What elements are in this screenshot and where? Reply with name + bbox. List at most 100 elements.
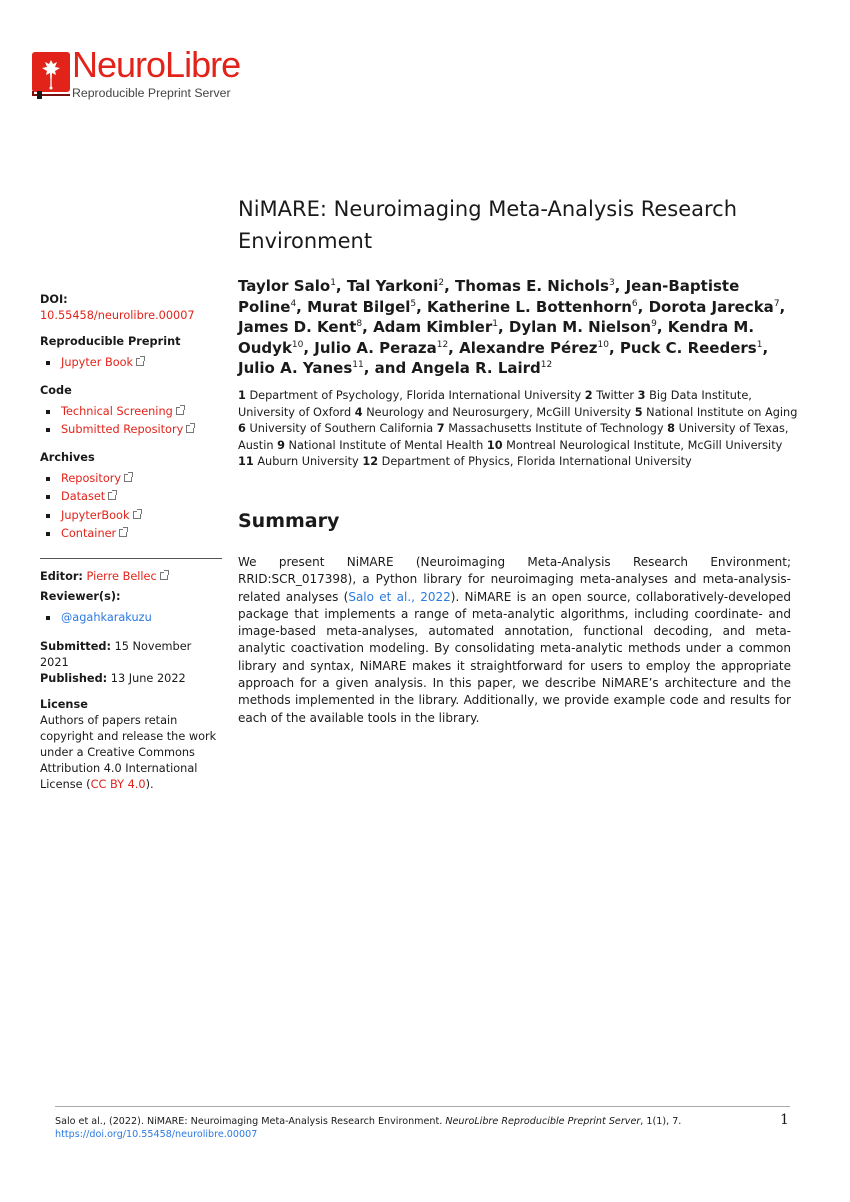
affiliation-number: 12 [362,455,379,468]
affiliation-marker: 5 [410,298,417,309]
external-link-icon [132,508,142,519]
author-name: Thomas E. Nichols [455,277,609,295]
affiliation-marker: 6 [631,298,638,309]
affiliation-text: National Institute of Mental Health [284,438,487,452]
doi-link[interactable]: 10.55458/neurolibre.00007 [40,309,195,322]
author-name: Tal Yarkoni [346,277,439,295]
citation-link[interactable]: Salo et al., 2022 [348,590,450,604]
published-label: Published: [40,672,108,685]
external-link-icon [186,423,196,433]
editor-link[interactable]: Pierre Bellec [87,570,157,583]
author-name: Dorota Jarecka [648,297,774,316]
archive-link-item: Dataset [46,488,222,507]
footer-volume: , 1(1), 7. [640,1116,682,1127]
jupyterbook-archive-link[interactable]: JupyterBook [61,509,130,522]
external-link-icon [175,404,185,415]
affiliation-number: 7 [436,422,445,435]
preprint-links: Jupyter Book [40,354,222,373]
affiliation-number: 10 [486,438,503,452]
affiliation-marker: 2 [438,278,445,288]
logo-subtitle: Reproducible Preprint Server [72,86,231,100]
published-row: Published: 13 June 2022 [40,671,222,687]
preprint-heading: Reproducible Preprint [40,335,181,348]
code-links: Technical Screening Submitted Repository [40,403,222,440]
license-link[interactable]: CC BY 4.0 [91,778,146,791]
affiliation-marker: 12 [436,339,449,350]
neurolibre-logo: NeuroLibre Reproducible Preprint Server [28,44,268,103]
affiliation-text: Montreal Neurological Institute, McGill … [502,438,783,452]
dataset-link[interactable]: Dataset [61,490,105,503]
affiliation-number: 1 [238,389,246,402]
affiliation-text: Massachusetts Institute of Technology [444,422,668,435]
affiliation-number: 6 [238,422,246,435]
affiliation-marker: 12 [540,360,553,370]
reviewer-link[interactable]: @agahkarakuzu [61,611,152,624]
logo-book-icon [32,52,70,92]
author-name: James D. Kent [238,318,357,336]
published-date: 13 June 2022 [110,672,186,685]
external-link-icon [159,569,169,580]
submitted-row: Submitted: 15 November 2021 [40,639,222,671]
license-heading: License [40,698,88,711]
reviewer-item: @agahkarakuzu [46,609,222,628]
affiliation-number: 2 [584,389,593,402]
footer-citation: Salo et al., (2022). NiMARE: Neuroimagin… [55,1116,770,1141]
brain-tree-icon [42,60,60,90]
editor-label: Editor: [40,569,83,583]
affiliation-number: 5 [634,405,643,419]
affiliation-marker: 1 [756,339,763,350]
license-end: ). [145,778,154,791]
author-name: Julio A. Peraza [314,338,437,357]
author-name: Dylan M. Nielson [508,318,652,336]
reviewers-heading: Reviewer(s): [40,589,121,603]
author-name: Julio A. Yanes [238,359,353,377]
submitted-label: Submitted: [40,640,111,653]
affiliation-text: Twitter [592,389,638,402]
technical-screening-link[interactable]: Technical Screening [61,405,173,418]
affiliation-marker: 1 [492,319,498,329]
footer-journal: NeuroLibre Reproducible Preprint Server [445,1116,641,1127]
external-link-icon [136,356,146,366]
jupyter-book-link[interactable]: Jupyter Book [61,356,133,369]
page-number: 1 [780,1112,789,1128]
affiliation-text: Auburn University [253,455,363,468]
author-name: Adam Kimbler [373,318,493,336]
repository-link[interactable]: Repository [61,472,121,485]
paper-title: NiMARE: Neuroimaging Meta-Analysis Resea… [238,197,738,253]
doi-label: DOI: [40,293,68,306]
affiliation-text: Neurology and Neurosurgery, McGill Unive… [362,405,635,419]
reviewers-list: @agahkarakuzu [40,609,222,628]
sidebar: DOI: 10.55458/neurolibre.00007 Reproduci… [40,292,222,793]
affiliation-marker: 4 [290,298,297,309]
affiliation-text: National Institute on Aging [642,405,798,419]
author-name: Angela R. Laird [411,359,541,377]
submitted-repository-link[interactable]: Submitted Repository [61,423,183,436]
affiliation-list: 1 Department of Psychology, Florida Inte… [238,388,798,471]
license-text: Authors of papers retain copyright and r… [40,713,222,793]
summary-heading: Summary [238,510,340,532]
archive-link-item: JupyterBook [46,507,222,526]
editor-row: Editor: Pierre Bellec [40,569,222,585]
archives-links: Repository Dataset JupyterBook Container [40,470,222,544]
logo-name: NeuroLibre [72,44,241,85]
author-name: Taylor Salo [238,277,331,295]
footer-divider [55,1106,790,1107]
author-name: Alexandre Pérez [459,338,598,357]
container-link[interactable]: Container [61,527,116,540]
affiliation-text: Department of Psychology, Florida Intern… [245,389,585,402]
author-name: Murat Bilgel [307,297,411,316]
footer-doi-link[interactable]: https://doi.org/10.55458/neurolibre.0000… [55,1129,257,1140]
affiliation-number: 4 [354,405,363,419]
affiliation-text: University of Southern California [245,422,437,435]
affiliation-marker: 8 [356,319,363,329]
external-link-icon [119,527,129,537]
author-list: Taylor Salo1, Tal Yarkoni2, Thomas E. Ni… [238,277,786,377]
affiliation-number: 3 [637,389,646,402]
footer-citation-text: Salo et al., (2022). NiMARE: Neuroimagin… [55,1116,446,1127]
external-link-icon [108,490,118,500]
affiliation-marker: 11 [352,360,364,370]
affiliation-marker: 3 [608,278,615,288]
doi-row: DOI: 10.55458/neurolibre.00007 [40,292,222,324]
code-link-item: Submitted Repository [46,421,222,440]
archive-link-item: Repository [46,470,222,489]
